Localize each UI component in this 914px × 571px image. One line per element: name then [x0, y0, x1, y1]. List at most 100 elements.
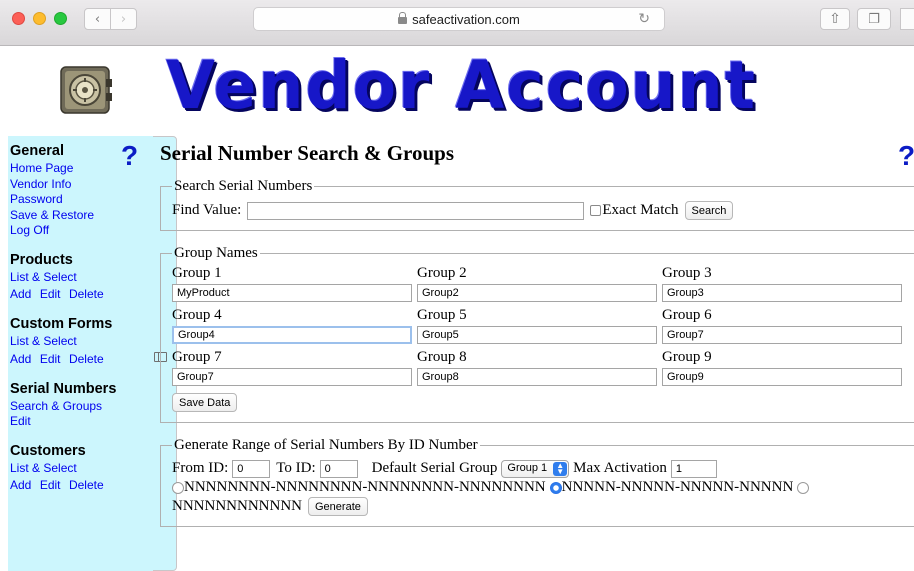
- group-label: Group 4: [172, 307, 222, 323]
- format-3-radio[interactable]: [797, 481, 810, 494]
- forward-button[interactable]: ›: [110, 8, 137, 30]
- sidebar-link-forms-list[interactable]: List & Select: [10, 334, 153, 350]
- lock-icon: [398, 11, 408, 24]
- group-6-input[interactable]: [662, 326, 902, 344]
- group-label: Group 3: [662, 265, 712, 281]
- group-8-input[interactable]: [417, 368, 657, 386]
- chevron-right-icon: ›: [120, 11, 127, 27]
- show-tabs-button[interactable]: ❐: [857, 8, 891, 30]
- group-2-input[interactable]: [417, 284, 657, 302]
- sidebar-link-products-edit[interactable]: Edit: [40, 287, 61, 301]
- group-cell: Group 5: [417, 306, 662, 347]
- group-label: Group 2: [417, 265, 467, 281]
- main-content: Serial Number Search & Groups Search Ser…: [160, 140, 914, 541]
- page-title: Serial Number Search & Groups: [160, 141, 455, 165]
- help-icon[interactable]: ?: [121, 140, 138, 172]
- sidebar-link-customers-delete[interactable]: Delete: [69, 478, 104, 492]
- group-7-input[interactable]: [172, 368, 412, 386]
- generate-legend: Generate Range of Serial Numbers By ID N…: [174, 437, 478, 453]
- sidebar-link-customers-edit[interactable]: Edit: [40, 478, 61, 492]
- group-label: Group 6: [662, 307, 712, 323]
- reload-icon[interactable]: ↻: [638, 10, 650, 27]
- search-button[interactable]: Search: [684, 201, 734, 220]
- from-id-input[interactable]: [232, 459, 271, 478]
- sidebar-link-vendor-info[interactable]: Vendor Info: [10, 177, 153, 193]
- sidebar-section-general: General ? Home Page Vendor Info Password…: [8, 140, 153, 239]
- sidebar-link-products-add[interactable]: Add: [10, 287, 31, 301]
- group-cell: Group 4: [172, 306, 417, 347]
- share-icon: ⇧: [829, 11, 841, 27]
- default-group-label: Default Serial Group: [371, 460, 498, 476]
- url-text: safeactivation.com: [412, 11, 520, 27]
- group-5-input[interactable]: [417, 326, 657, 344]
- max-activation-input[interactable]: [670, 459, 717, 478]
- format-3-row: NNNNNNNNNNNN Generate: [172, 497, 914, 516]
- site-banner: Vendor Account: [0, 47, 914, 135]
- group-names-grid: Group 1 Group 2 Group 3 Group 4 Group 5 …: [172, 264, 914, 390]
- sidebar-link-serial-edit[interactable]: Edit: [10, 414, 153, 430]
- tabs-icon: ❐: [868, 11, 880, 27]
- close-window-button[interactable]: [12, 12, 25, 25]
- group-9-input[interactable]: [662, 368, 902, 386]
- group-cell: Group 8: [417, 348, 662, 389]
- sidebar-link-save-restore[interactable]: Save & Restore: [10, 208, 153, 224]
- search-legend: Search Serial Numbers: [174, 178, 313, 194]
- default-group-select[interactable]: Group 1 ▲ ▼: [501, 459, 570, 478]
- sidebar-link-search-groups[interactable]: Search & Groups: [10, 399, 153, 415]
- sidebar-section-products: Products List & Select Add Edit Delete: [8, 251, 153, 304]
- group-cell: Group 9: [662, 348, 907, 389]
- address-bar[interactable]: safeactivation.com ↻: [253, 7, 665, 31]
- banner-title: Vendor Account: [166, 47, 757, 124]
- extra-toolbar-button[interactable]: [900, 8, 914, 30]
- group-cell: Group 1: [172, 264, 417, 305]
- find-value-input[interactable]: [247, 201, 585, 220]
- to-id-label: To ID:: [276, 460, 316, 476]
- sidebar-link-products-list[interactable]: List & Select: [10, 270, 153, 286]
- browser-toolbar: ‹ › safeactivation.com ↻ ⇧ ❐: [0, 0, 914, 571]
- group-cell: Group 3: [662, 264, 907, 305]
- sidebar-link-customers-list[interactable]: List & Select: [10, 461, 153, 477]
- group-cell: Group 7: [172, 348, 417, 389]
- sidebar-link-password[interactable]: Password: [10, 192, 153, 208]
- group-3-input[interactable]: [662, 284, 902, 302]
- sidebar-section-customers: Customers List & Select Add Edit Delete: [8, 442, 153, 495]
- group-label: Group 1: [172, 265, 222, 281]
- group-label: Group 7: [172, 349, 222, 365]
- minimize-window-button[interactable]: [33, 12, 46, 25]
- select-arrows-icon: ▲ ▼: [553, 461, 568, 476]
- sidebar-link-forms-delete[interactable]: Delete: [69, 352, 104, 366]
- generate-button[interactable]: Generate: [308, 497, 368, 516]
- search-row: Find Value: Exact Match Search: [172, 201, 914, 220]
- share-button[interactable]: ⇧: [820, 8, 850, 30]
- group-4-input[interactable]: [172, 326, 412, 344]
- sidebar-link-products-delete[interactable]: Delete: [69, 287, 104, 301]
- sidebar-row-forms-actions: Add Edit Delete: [10, 350, 153, 368]
- format-1-label: NNNNNNNN-NNNNNNNN-NNNNNNNN-NNNNNNNN: [184, 479, 546, 495]
- group-label: Group 5: [417, 307, 467, 323]
- group-names-legend: Group Names: [174, 245, 258, 261]
- sidebar-link-forms-add[interactable]: Add: [10, 352, 31, 366]
- sidebar-heading-custom-forms: Custom Forms: [10, 316, 113, 332]
- back-button[interactable]: ‹: [84, 8, 111, 30]
- chevron-left-icon: ‹: [94, 11, 101, 27]
- format-2-label: NNNNN-NNNNN-NNNNN-NNNNN: [561, 479, 794, 495]
- format-1-radio[interactable]: [172, 481, 184, 494]
- sidebar-heading-serial-numbers: Serial Numbers: [10, 380, 117, 397]
- save-data-button[interactable]: Save Data: [172, 393, 238, 412]
- sidebar: General ? Home Page Vendor Info Password…: [8, 136, 153, 571]
- sidebar-heading-customers: Customers: [10, 442, 86, 459]
- group-cell: Group 6: [662, 306, 907, 347]
- format-2-radio[interactable]: [549, 481, 562, 494]
- zoom-window-button[interactable]: [54, 12, 67, 25]
- sidebar-link-log-off[interactable]: Log Off: [10, 223, 153, 239]
- sidebar-link-forms-edit[interactable]: Edit: [40, 352, 61, 366]
- sidebar-link-customers-add[interactable]: Add: [10, 478, 31, 492]
- search-fieldset: Search Serial Numbers Find Value: Exact …: [160, 178, 914, 231]
- to-id-input[interactable]: [319, 459, 358, 478]
- from-id-label: From ID:: [172, 460, 229, 476]
- group-1-input[interactable]: [172, 284, 412, 302]
- format-options-row: NNNNNNNN-NNNNNNNN-NNNNNNNN-NNNNNNNN NNNN…: [172, 478, 914, 497]
- default-group-value: Group 1: [507, 462, 548, 474]
- exact-match-checkbox[interactable]: [590, 205, 602, 216]
- group-names-fieldset: Group Names Group 1 Group 2 Group 3 Grou…: [160, 245, 914, 423]
